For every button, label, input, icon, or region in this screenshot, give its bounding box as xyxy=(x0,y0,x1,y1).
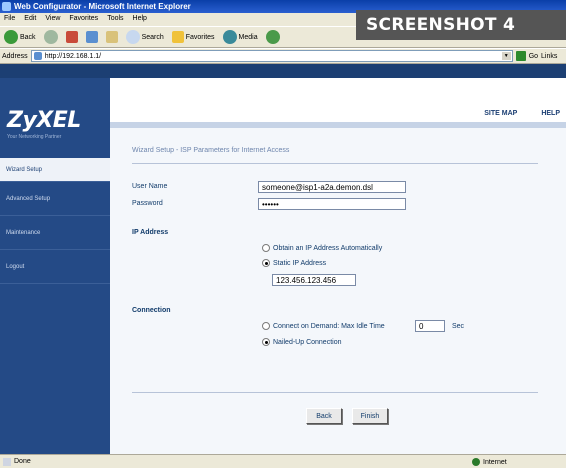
forward-button[interactable] xyxy=(42,28,60,46)
menu-tools[interactable]: Tools xyxy=(107,15,123,26)
go-button[interactable]: Go xyxy=(529,53,538,60)
page-title: Wizard Setup - ISP Parameters for Intern… xyxy=(132,147,290,154)
page-icon xyxy=(33,52,42,60)
internet-zone-icon xyxy=(472,458,480,466)
address-bar: Address http://192.168.1.1/ ▼ Go Links xyxy=(0,49,566,64)
content-area xyxy=(110,128,566,454)
stop-button[interactable] xyxy=(64,28,80,46)
menu-edit[interactable]: Edit xyxy=(24,15,36,26)
logo-tagline: Your Networking Partner xyxy=(7,134,62,140)
stop-icon xyxy=(65,31,78,43)
history-icon xyxy=(265,30,280,44)
internet-explorer-icon xyxy=(2,2,11,11)
sidebar-item-advanced-setup[interactable]: Advanced Setup xyxy=(0,182,110,216)
sidebar-nav: Wizard Setup Advanced Setup Maintenance … xyxy=(0,158,110,284)
ip-address-heading: IP Address xyxy=(132,229,169,236)
page-icon xyxy=(3,458,11,466)
window-title: Web Configurator - Microsoft Internet Ex… xyxy=(14,2,191,11)
favorites-button[interactable]: Favorites xyxy=(170,28,217,46)
nailed-up-radio[interactable]: Nailed-Up Connection xyxy=(262,338,341,346)
ip-static-label: Static IP Address xyxy=(273,259,327,267)
button-divider xyxy=(132,392,538,393)
go-arrow-icon[interactable] xyxy=(515,51,526,61)
status-bar: Done Internet xyxy=(0,454,566,468)
history-button[interactable] xyxy=(264,28,282,46)
menu-help[interactable]: Help xyxy=(133,15,147,26)
search-button[interactable]: Search xyxy=(124,28,166,46)
ip-auto-label: Obtain an IP Address Automatically xyxy=(273,244,383,252)
sidebar-item-logout[interactable]: Logout xyxy=(0,250,110,284)
back-page-button[interactable]: Back xyxy=(306,408,342,424)
menu-favorites[interactable]: Favorites xyxy=(69,15,98,26)
ip-auto-radio[interactable]: Obtain an IP Address Automatically xyxy=(262,244,382,252)
site-map-link[interactable]: SITE MAP xyxy=(484,110,517,117)
radio-unchecked-icon xyxy=(262,322,270,330)
title-divider xyxy=(132,163,538,164)
zone-text: Internet xyxy=(483,458,507,466)
media-icon xyxy=(222,30,237,44)
connect-on-demand-label: Connect on Demand: Max Idle Time xyxy=(273,322,385,330)
media-label: Media xyxy=(238,33,258,41)
back-button[interactable]: Back xyxy=(2,28,38,46)
links-label[interactable]: Links xyxy=(541,53,557,60)
zyxel-logo: ZyXEL xyxy=(7,108,81,133)
back-label: Back xyxy=(20,33,36,41)
menu-view[interactable]: View xyxy=(45,15,60,26)
address-input[interactable]: http://192.168.1.1/ ▼ xyxy=(30,50,513,62)
password-label: Password xyxy=(132,200,163,207)
screenshot-label: SCREENSHOT 4 xyxy=(356,10,566,40)
address-label: Address xyxy=(2,52,28,60)
sidebar-item-wizard-setup[interactable]: Wizard Setup xyxy=(0,158,110,182)
menu-file[interactable]: File xyxy=(4,15,15,26)
search-icon xyxy=(125,30,140,44)
address-url: http://192.168.1.1/ xyxy=(44,52,102,60)
radio-checked-icon xyxy=(262,338,270,346)
idle-time-unit: Sec xyxy=(452,323,465,330)
nailed-up-label: Nailed-Up Connection xyxy=(273,338,342,346)
star-icon xyxy=(171,31,184,43)
top-band xyxy=(0,64,566,78)
favorites-label: Favorites xyxy=(185,33,215,41)
idle-time-input[interactable]: 0 xyxy=(415,320,445,332)
username-label: User Name xyxy=(132,183,168,190)
username-input[interactable]: someone@isp1-a2a.demon.dsl xyxy=(258,181,406,193)
help-link[interactable]: HELP xyxy=(541,110,560,117)
zone-indicator: Internet xyxy=(472,458,507,466)
back-arrow-icon xyxy=(4,30,18,44)
radio-unchecked-icon xyxy=(262,244,270,252)
chevron-down-icon[interactable]: ▼ xyxy=(501,52,511,60)
password-input[interactable]: •••••• xyxy=(258,198,406,210)
radio-checked-icon xyxy=(262,259,270,267)
finish-button[interactable]: Finish xyxy=(352,408,388,424)
refresh-button[interactable] xyxy=(84,28,100,46)
header-links: SITE MAP HELP xyxy=(484,110,566,117)
forward-arrow-icon xyxy=(43,30,58,44)
connect-on-demand-radio[interactable]: Connect on Demand: Max Idle Time xyxy=(262,322,385,330)
static-ip-input[interactable]: 123.456.123.456 xyxy=(272,274,356,286)
sidebar-item-maintenance[interactable]: Maintenance xyxy=(0,216,110,250)
home-button[interactable] xyxy=(104,28,120,46)
refresh-icon xyxy=(85,31,98,43)
status-text: Done xyxy=(14,458,31,465)
home-icon xyxy=(105,31,118,43)
ip-static-radio[interactable]: Static IP Address xyxy=(262,259,326,267)
search-label: Search xyxy=(141,33,164,41)
media-button[interactable]: Media xyxy=(221,28,260,46)
connection-heading: Connection xyxy=(132,307,171,314)
